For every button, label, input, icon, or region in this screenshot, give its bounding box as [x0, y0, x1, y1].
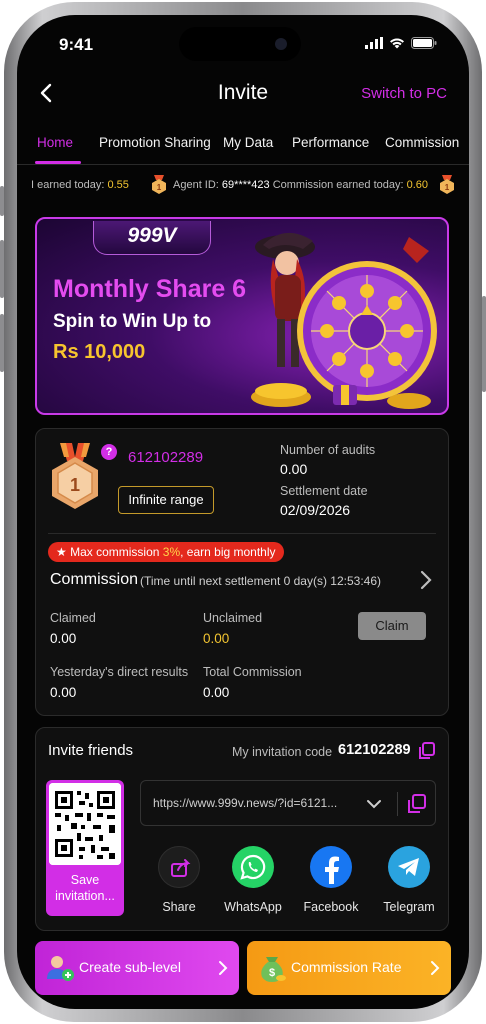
tab-my-data[interactable]: My Data: [223, 135, 273, 150]
save-invitation-label: Save invitation...: [55, 873, 115, 903]
share-option-telegram[interactable]: Telegram: [374, 846, 444, 914]
tab-promotion-sharing[interactable]: Promotion Sharing: [99, 135, 211, 150]
qr-code-icon: [49, 783, 121, 865]
status-time: 9:41: [59, 35, 94, 54]
total-commission-label: Total Commission: [203, 665, 302, 679]
share-label: Share: [162, 900, 196, 914]
tab-commission[interactable]: Commission: [385, 135, 459, 150]
banner-prize: Rs 10,000: [53, 341, 146, 363]
create-sub-level-button[interactable]: Create sub-level: [35, 941, 239, 995]
dynamic-island: [179, 27, 301, 61]
whatsapp-icon: [232, 846, 274, 888]
money-bag-icon: $: [261, 957, 286, 982]
agent-commission-card: 1 ? 612102289 Infinite range Number of a…: [35, 428, 449, 716]
invite-friends-title: Invite friends: [48, 742, 134, 759]
invitation-link-text: https://www.999v.news/?id=6121...: [153, 796, 338, 810]
invitation-link-field[interactable]: https://www.999v.news/?id=6121...: [140, 780, 436, 826]
divider: [48, 533, 436, 534]
telegram-label: Telegram: [383, 900, 435, 914]
wifi-icon: [390, 38, 404, 49]
total-commission-value: 0.00: [203, 685, 230, 700]
audits-label: Number of audits: [280, 443, 376, 457]
top-nav-bar: Invite Switch to PC: [17, 73, 469, 113]
whatsapp-label: WhatsApp: [224, 900, 282, 914]
unclaimed-label: Unclaimed: [203, 611, 263, 625]
invite-friends-card: Invite friends My invitation code 612102…: [35, 727, 449, 931]
copy-link-icon[interactable]: [407, 794, 427, 814]
app-screen: 9:41 Invite Switch to PC Home Promotion …: [17, 15, 469, 1009]
volume-up-button: [0, 240, 4, 298]
audits-value: 0.00: [280, 461, 308, 477]
chevron-right-icon: [219, 961, 228, 975]
divider: [397, 792, 398, 816]
facebook-icon: [310, 846, 352, 888]
tab-home[interactable]: Home: [37, 135, 73, 150]
share-icon: [158, 846, 200, 888]
switch-to-pc-link[interactable]: Switch to PC: [361, 85, 447, 102]
power-button: [482, 296, 486, 392]
chevron-right-icon[interactable]: [418, 569, 434, 591]
settlement-date-label: Settlement date: [280, 484, 368, 498]
chevron-down-icon[interactable]: [365, 795, 383, 813]
svg-text:1: 1: [157, 183, 162, 192]
help-icon[interactable]: ?: [101, 444, 117, 460]
agent-id-value: 612102289: [128, 449, 204, 466]
ticker-agent: Agent ID: 69****423 Commission earned to…: [173, 179, 429, 191]
ticker-earned: I earned today: 0.55: [31, 179, 129, 191]
telegram-icon: [388, 846, 430, 888]
battery-icon: [411, 37, 437, 49]
active-tab-indicator: [35, 161, 81, 164]
invitation-code-value: 612102289: [338, 742, 411, 758]
promo-banner[interactable]: 999V Monthly Share 6 Spin to Win Up to R…: [35, 217, 449, 415]
commission-rate-button[interactable]: $ Commission Rate: [247, 941, 451, 995]
camera-icon: [275, 38, 287, 50]
status-icons: [365, 37, 437, 49]
svg-text:1: 1: [445, 183, 450, 192]
chevron-right-icon: [431, 961, 440, 975]
settlement-countdown: (Time until next settlement 0 day(s) 12:…: [140, 574, 381, 588]
lucky-spin-wheel-illustration: [251, 232, 437, 409]
copy-icon[interactable]: [418, 742, 436, 760]
action-button: [0, 186, 4, 216]
claimed-label: Claimed: [50, 611, 96, 625]
banner-subtitle: Spin to Win Up to: [53, 311, 212, 332]
yesterday-results-value: 0.00: [50, 685, 77, 700]
rank-medal-icon: 1: [52, 443, 98, 509]
tab-performance[interactable]: Performance: [292, 135, 369, 150]
save-invitation-qr-button[interactable]: Save invitation...: [46, 780, 124, 916]
svg-text:$: $: [269, 967, 275, 979]
share-option-whatsapp[interactable]: WhatsApp: [218, 846, 288, 914]
svg-text:1: 1: [70, 475, 80, 495]
commission-title: Commission: [50, 571, 139, 588]
commission-rate-label: Commission Rate: [291, 959, 402, 975]
share-option-share[interactable]: Share: [144, 846, 214, 914]
yesterday-results-label: Yesterday's direct results: [50, 665, 189, 679]
unclaimed-value: 0.00: [203, 631, 230, 646]
add-user-icon: [47, 956, 74, 981]
claim-button[interactable]: Claim: [358, 612, 426, 640]
tab-bar: Home Promotion Sharing My Data Performan…: [17, 129, 469, 165]
banner-title: Monthly Share 6: [53, 275, 247, 303]
signal-icon: [365, 37, 383, 49]
brand-logo: 999V: [93, 221, 211, 255]
facebook-label: Facebook: [303, 900, 359, 914]
medal-icon: 1: [152, 175, 166, 194]
infinite-range-button[interactable]: Infinite range: [118, 486, 214, 514]
invitation-code-label: My invitation code: [232, 745, 333, 759]
medal-icon: 1: [440, 175, 454, 194]
share-option-facebook[interactable]: Facebook: [296, 846, 366, 914]
settlement-date-value: 02/09/2026: [280, 502, 351, 518]
claimed-value: 0.00: [50, 631, 77, 646]
create-sub-level-label: Create sub-level: [79, 959, 181, 975]
earnings-ticker: I earned today: 0.55 1 Agent ID: 69****4…: [17, 175, 469, 197]
max-commission-badge: ★ Max commission 3%, earn big monthly: [48, 542, 284, 562]
volume-down-button: [0, 314, 4, 372]
